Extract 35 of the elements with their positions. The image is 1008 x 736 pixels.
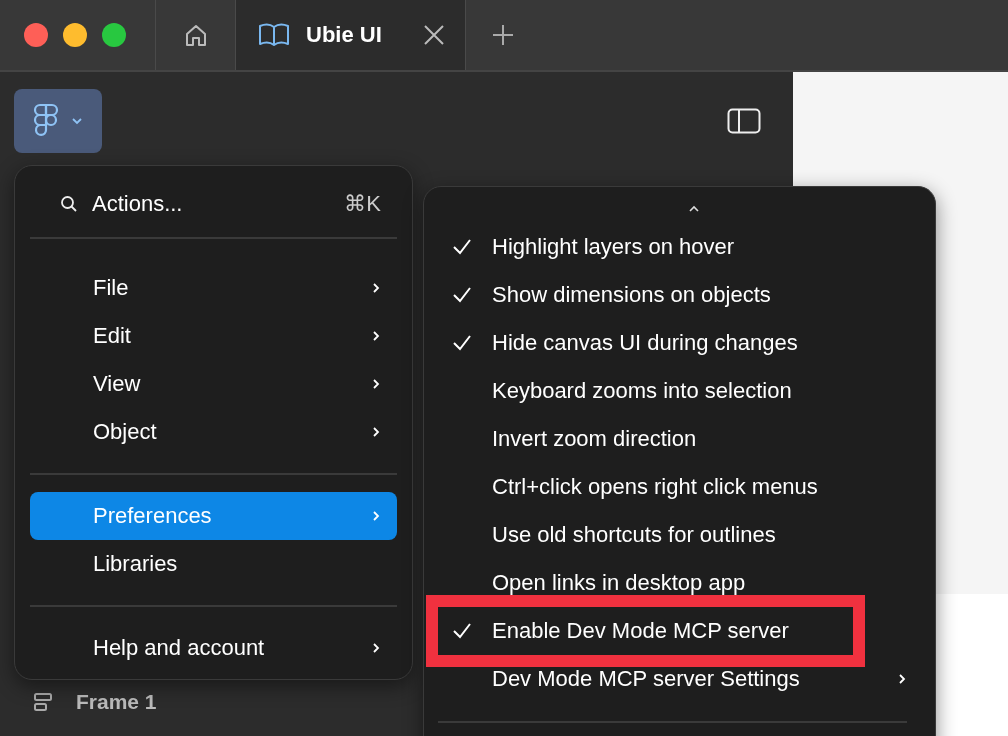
- chevron-down-icon: [71, 117, 83, 125]
- sidebar-toggle-icon[interactable]: [727, 108, 761, 134]
- menu-item[interactable]: Invert zoom direction: [438, 415, 907, 463]
- menu-item[interactable]: Help and account: [30, 624, 397, 672]
- main-menu-button[interactable]: [14, 89, 102, 153]
- menu-item[interactable]: Preferences: [30, 492, 397, 540]
- layer-item[interactable]: Frame 1: [76, 690, 157, 714]
- checkmark-icon: [452, 334, 472, 352]
- maximize-window-button[interactable]: [102, 23, 126, 47]
- menu-item[interactable]: File: [30, 264, 397, 312]
- search-icon: [60, 195, 78, 213]
- layout-icon: [34, 692, 54, 712]
- menu-item[interactable]: Use old shortcuts for outlines: [438, 511, 907, 559]
- menu-item[interactable]: Highlight layers on hover: [438, 223, 907, 271]
- menu-item[interactable]: Keyboard zooms into selection: [438, 367, 907, 415]
- menu-item[interactable]: Object: [30, 408, 397, 456]
- checkmark-icon: [452, 238, 472, 256]
- actions-search[interactable]: Actions... ⌘K: [30, 180, 397, 228]
- menu-item[interactable]: Libraries: [30, 540, 397, 588]
- close-window-button[interactable]: [24, 23, 48, 47]
- checkmark-icon: [452, 622, 472, 640]
- menu-item[interactable]: Ctrl+click opens right click menus: [438, 463, 907, 511]
- shortcut-label: ⌘K: [344, 191, 381, 217]
- close-tab-icon[interactable]: [423, 24, 445, 46]
- new-tab-icon[interactable]: [492, 24, 514, 46]
- menu-item[interactable]: View: [30, 360, 397, 408]
- book-icon: [258, 23, 290, 47]
- menu-item[interactable]: Edit: [30, 312, 397, 360]
- menu-item[interactable]: Hide canvas UI during changes: [438, 319, 907, 367]
- menu-item[interactable]: Show dimensions on objects: [438, 271, 907, 319]
- minimize-window-button[interactable]: [63, 23, 87, 47]
- checkmark-icon: [452, 286, 472, 304]
- chevron-up-icon[interactable]: [688, 205, 700, 213]
- figma-logo-icon: [33, 103, 59, 139]
- file-tab[interactable]: Ubie UI: [236, 0, 466, 70]
